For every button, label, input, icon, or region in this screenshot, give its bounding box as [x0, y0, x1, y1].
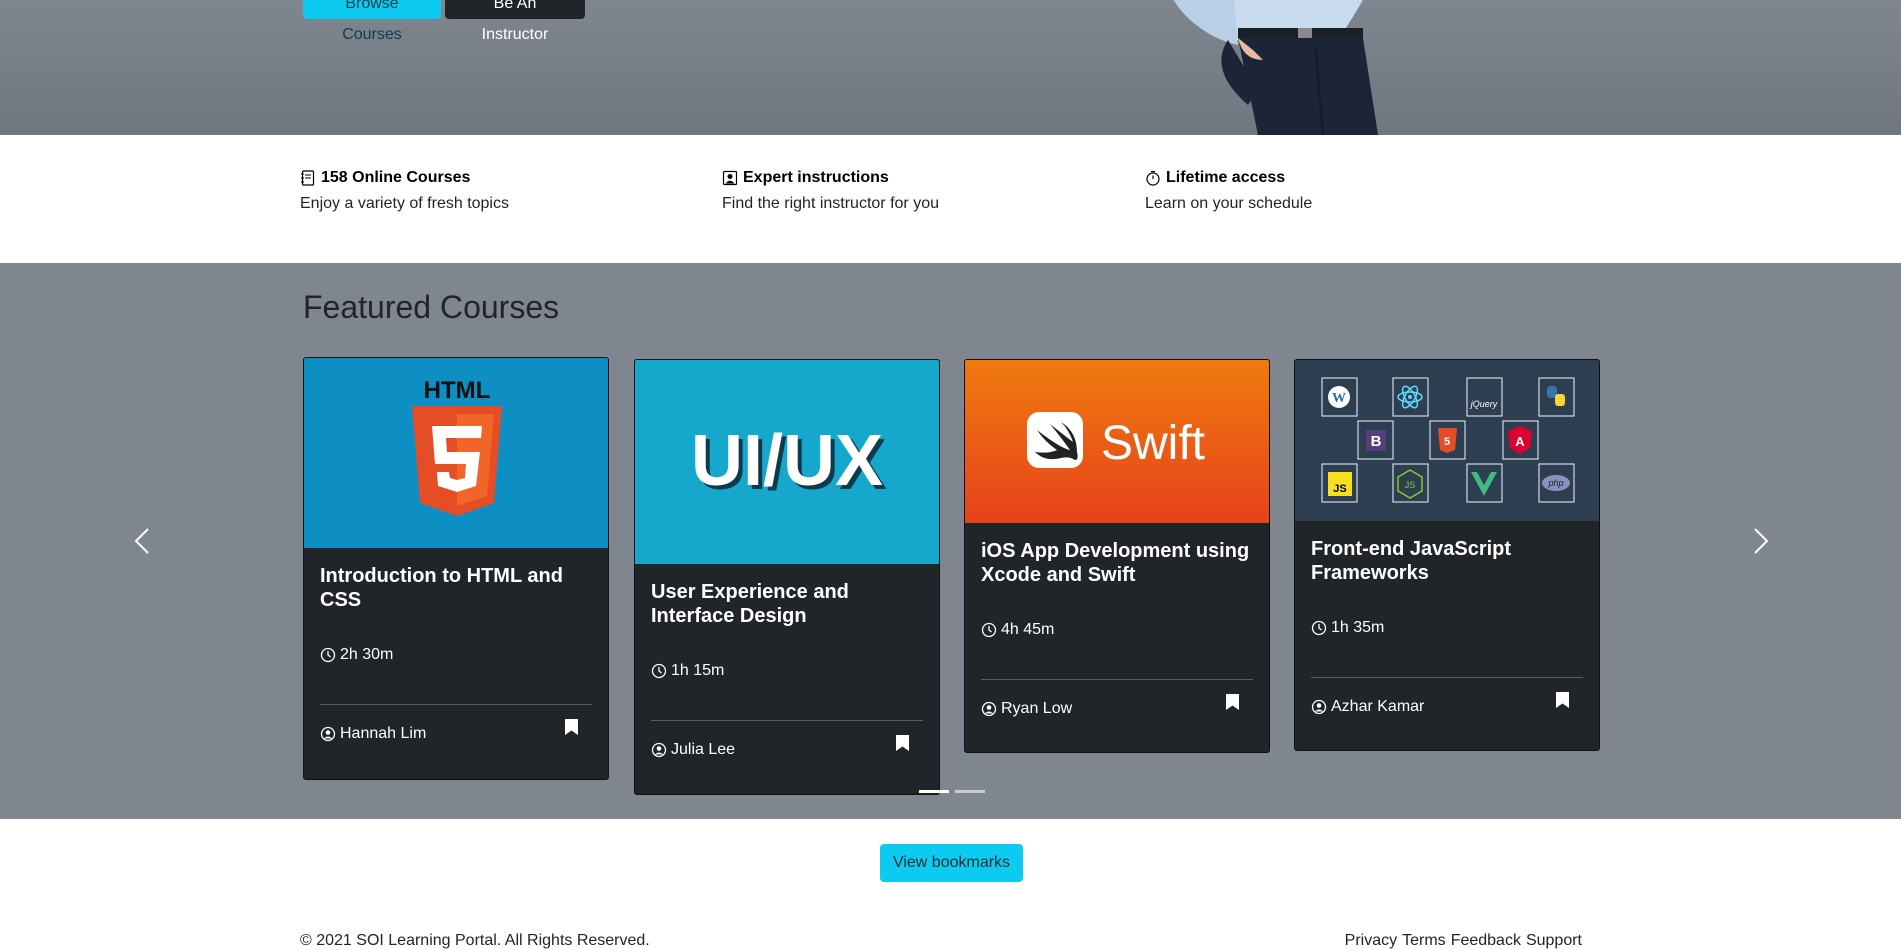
author-name: Hannah Lim	[340, 725, 427, 742]
feature-title: 158 Online Courses	[321, 169, 471, 186]
view-bookmarks-button[interactable]: View bookmarks	[880, 844, 1023, 882]
person-circle-icon	[320, 726, 336, 742]
course-card-html[interactable]: HTML Introduction to HTML and CSS 2h 30m…	[303, 357, 609, 780]
course-author: Hannah Lim	[320, 725, 592, 743]
carousel-next-chevron-icon[interactable]	[1749, 525, 1773, 557]
course-title[interactable]: Front-end JavaScript Frameworks	[1311, 537, 1583, 585]
card-divider	[1311, 677, 1583, 678]
card-divider	[651, 720, 923, 721]
feature-title: Expert instructions	[743, 169, 889, 186]
clock-icon	[981, 622, 997, 638]
duration-text: 4h 45m	[1001, 621, 1055, 638]
svg-text:5: 5	[1444, 436, 1450, 448]
svg-text:JS: JS	[1333, 483, 1346, 495]
author-name: Ryan Low	[1001, 700, 1073, 717]
card-divider	[320, 704, 592, 705]
course-author: Azhar Kamar	[1311, 698, 1583, 716]
section-heading: Featured Courses	[303, 289, 560, 325]
journal-icon	[301, 170, 315, 186]
instructor-photo	[1173, 0, 1378, 135]
stopwatch-icon	[1146, 170, 1160, 186]
course-duration: 1h 35m	[1311, 619, 1583, 637]
course-title[interactable]: User Experience and Interface Design	[651, 580, 923, 628]
feature-expert-instructions: Expert instructions Find the right instr…	[722, 169, 1122, 213]
course-image: HTML	[304, 358, 608, 548]
feature-lifetime-access: Lifetime access Learn on your schedule	[1145, 169, 1545, 213]
course-card-uiux[interactable]: UI/UX UI/UX User Experience and Interfac…	[634, 359, 940, 795]
svg-text:HTML: HTML	[424, 377, 491, 404]
course-title[interactable]: iOS App Development using Xcode and Swif…	[981, 539, 1253, 587]
footer-link-feedback[interactable]: Feedback	[1451, 932, 1521, 950]
duration-text: 2h 30m	[340, 646, 394, 663]
features-strip: 158 Online Courses Enjoy a variety of fr…	[0, 135, 1901, 263]
footer-links: Privacy Terms Feedback Support	[1345, 932, 1582, 950]
author-name: Azhar Kamar	[1331, 698, 1425, 715]
feature-subtitle: Learn on your schedule	[1145, 195, 1313, 212]
feature-subtitle: Enjoy a variety of fresh topics	[300, 195, 509, 212]
footer-copyright: © 2021 SOI Learning Portal. All Rights R…	[300, 932, 650, 949]
html5-logo: HTML	[412, 377, 502, 516]
frameworks-logo-grid: W jQuery B 5 A JS JS php	[1321, 377, 1575, 503]
uiux-logo: UI/UX UI/UX	[691, 421, 887, 505]
card-divider	[981, 679, 1253, 680]
bookmark-icon[interactable]	[565, 719, 578, 735]
svg-text:B: B	[1371, 433, 1382, 450]
carousel-prev-chevron-icon[interactable]	[130, 525, 154, 557]
svg-text:W: W	[1332, 391, 1346, 406]
be-instructor-button[interactable]: Be An Instructor	[445, 0, 585, 43]
course-image: Swift	[965, 360, 1269, 523]
svg-text:A: A	[1515, 434, 1525, 449]
swift-logo: Swift	[1027, 412, 1205, 470]
course-card-js-frameworks[interactable]: W jQuery B 5 A JS JS php Front-end JavaS…	[1294, 359, 1600, 751]
course-title[interactable]: Introduction to HTML and CSS	[320, 564, 592, 612]
person-circle-icon	[981, 701, 997, 717]
clock-icon	[651, 663, 667, 679]
svg-text:php: php	[1547, 478, 1563, 488]
course-image: UI/UX UI/UX	[635, 360, 939, 564]
footer-link-terms[interactable]: Terms	[1402, 932, 1446, 950]
featured-courses-section: Featured Courses	[0, 263, 1901, 819]
person-circle-icon	[651, 742, 667, 758]
course-duration: 4h 45m	[981, 621, 1253, 639]
bookmark-icon[interactable]	[1556, 692, 1569, 708]
clock-icon	[1311, 620, 1327, 636]
clock-icon	[320, 647, 336, 663]
course-card-swift[interactable]: Swift iOS App Development using Xcode an…	[964, 359, 1270, 753]
bookmark-icon[interactable]	[896, 735, 909, 751]
person-circle-icon	[1311, 699, 1327, 715]
course-duration: 1h 15m	[651, 662, 923, 680]
feature-subtitle: Find the right instructor for you	[722, 195, 939, 212]
footer-link-support[interactable]: Support	[1526, 932, 1582, 950]
feature-online-courses: 158 Online Courses Enjoy a variety of fr…	[300, 169, 700, 213]
hero-banner: Browse Courses Be An Instructor	[0, 0, 1901, 135]
course-duration: 2h 30m	[320, 646, 592, 664]
course-image: W jQuery B 5 A JS JS php	[1295, 360, 1599, 521]
feature-title: Lifetime access	[1166, 169, 1286, 186]
footer-link-privacy[interactable]: Privacy	[1345, 932, 1397, 950]
course-author: Ryan Low	[981, 700, 1253, 718]
svg-text:jQuery: jQuery	[1470, 399, 1498, 409]
svg-text:JS: JS	[1405, 480, 1416, 490]
carousel-indicator-active[interactable]	[919, 790, 949, 793]
duration-text: 1h 35m	[1331, 619, 1385, 636]
browse-courses-button[interactable]: Browse Courses	[303, 0, 441, 43]
svg-text:Swift: Swift	[1101, 417, 1205, 470]
person-badge-icon	[722, 170, 738, 186]
duration-text: 1h 15m	[671, 662, 725, 679]
course-author: Julia Lee	[651, 741, 923, 759]
author-name: Julia Lee	[671, 741, 736, 758]
bookmark-icon[interactable]	[1226, 694, 1239, 710]
carousel-indicator[interactable]	[955, 790, 985, 793]
svg-text:UI/UX: UI/UX	[691, 421, 883, 501]
